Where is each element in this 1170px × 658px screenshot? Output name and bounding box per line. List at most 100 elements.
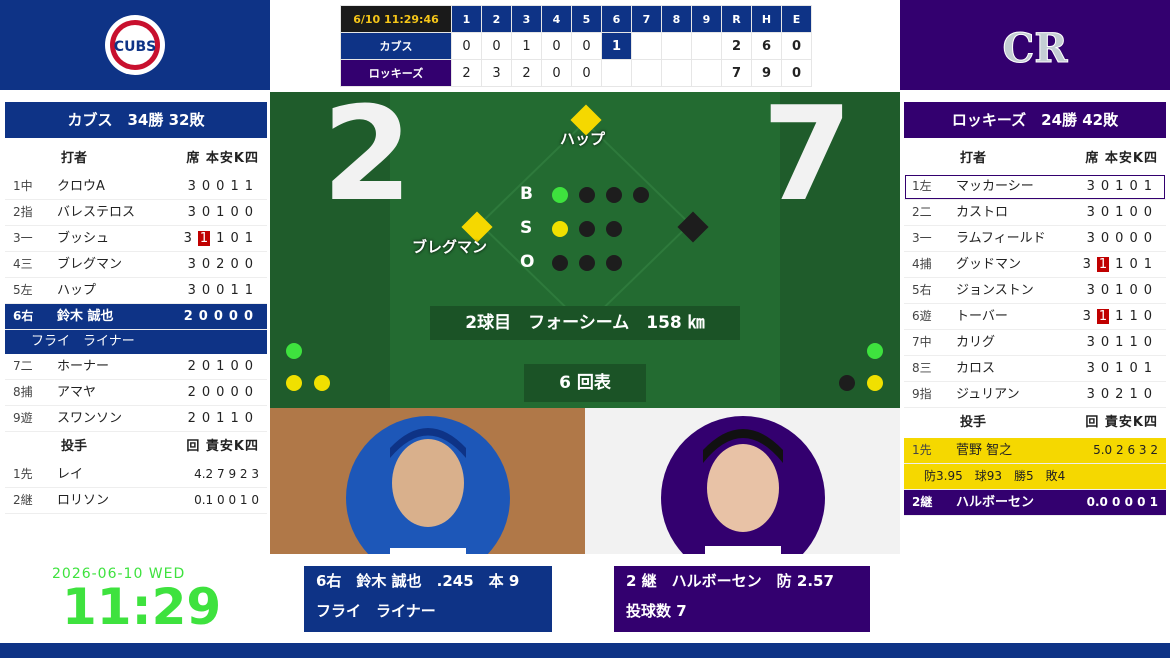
batter-stats: 3 1 110 [1083, 304, 1158, 329]
batting-order: 5左 [13, 283, 33, 297]
batter-row[interactable]: 8三 カロス 30101 [904, 356, 1166, 382]
inning-score: 0 [481, 32, 512, 60]
batter-stats: 30210 [1086, 387, 1158, 402]
stat-value: 3 [183, 231, 198, 246]
stat-value: 3 [1082, 257, 1097, 272]
batter-row[interactable]: 6遊 トーバー 3 1 110 [904, 304, 1166, 330]
errors-total: 0 [781, 32, 812, 60]
pitcher-card-line1: 2 継 ハルボーセン 防 2.57 [626, 572, 834, 590]
batter-row-next[interactable]: 1左 マッカーシー 30101 [904, 174, 1166, 200]
inning-score [631, 32, 662, 60]
batter-row[interactable]: 7中 カリグ 30110 [904, 330, 1166, 356]
pitcher-card-line2: 投球数 7 [626, 602, 687, 620]
pitcher-row[interactable]: 1先 菅野 智之 5.0 2 6 3 2 [904, 438, 1166, 464]
batter-name: スワンソン [57, 411, 123, 426]
out-label: O [520, 252, 535, 272]
batter-row[interactable]: 1中 クロウA 30011 [5, 174, 267, 200]
ball-light-off [579, 187, 595, 203]
pitcher-row[interactable]: 1先 レイ 4.2 7 9 2 3 [5, 462, 267, 488]
hit-highlight: 1 [1096, 257, 1110, 272]
inning-score: 0 [571, 32, 602, 60]
batter-card-line2: フライ ライナー [316, 602, 436, 620]
away-indicator-light [867, 375, 883, 391]
batter-row[interactable]: 5右 ジョンストン 30100 [904, 278, 1166, 304]
inning-header: 6 [601, 5, 632, 33]
strike-light-off [606, 221, 622, 237]
current-batter-card: 6右 鈴木 誠也 .245 本 9 フライ ライナー [304, 566, 552, 632]
current-pitcher-card: 2 継 ハルボーセン 防 2.57 投球数 7 [614, 566, 870, 632]
batter-stats: 3 1 101 [184, 226, 259, 251]
out-light-off [552, 255, 568, 271]
away-batters-header: 打者 席 本安K四 [904, 144, 1166, 174]
away-indicator-light [867, 343, 883, 359]
batter-row[interactable]: 2二 カストロ 30100 [904, 200, 1166, 226]
pitcher-order: 2継 [912, 495, 933, 509]
game-time: 6/10 11:29:46 [340, 5, 452, 33]
batter-row[interactable]: 7二 ホーナー 20100 [5, 354, 267, 380]
batting-order: 4三 [13, 257, 33, 271]
batter-row[interactable]: 2指 バレステロス 30100 [5, 200, 267, 226]
pitcher-order: 1先 [13, 467, 33, 481]
out-light-off [579, 255, 595, 271]
inning-score: 0 [451, 32, 482, 60]
home-logo-bar: CUBS [0, 0, 270, 90]
pitchers-label: 投手 [960, 415, 987, 430]
batter-card-line1: 6右 鈴木 誠也 .245 本 9 [316, 572, 520, 590]
batter-row[interactable]: 9指 ジュリアン 30210 [904, 382, 1166, 408]
batter-stats: 30011 [187, 179, 259, 194]
batter-name: アマヤ [57, 385, 97, 400]
batter-row[interactable]: 8捕 アマヤ 20000 [5, 380, 267, 406]
stat-value: 110 [1115, 309, 1158, 324]
batter-row-active[interactable]: 6右 鈴木 誠也 20000 [5, 304, 267, 330]
batter-row[interactable]: 5左 ハップ 30011 [5, 278, 267, 304]
batter-name: 鈴木 誠也 [57, 309, 114, 324]
batter-stats: 30101 [1086, 179, 1158, 194]
pitcher-row-active[interactable]: 2継 ハルボーセン 0.0 0 0 0 1 [904, 490, 1166, 516]
hit-highlight: 1 [1096, 309, 1110, 324]
batting-order: 4捕 [912, 257, 932, 271]
batting-order: 6遊 [912, 309, 932, 323]
batter-stats: 20000 [183, 309, 259, 324]
batters-columns: 席 本安K四 [186, 151, 259, 166]
batter-row[interactable]: 4三 ブレグマン 30200 [5, 252, 267, 278]
pitch-info: 2球目 フォーシーム 158 ㎞ [430, 306, 740, 340]
away-pitchers-header: 投手 回 責安K四 [904, 408, 1166, 438]
inning-score [691, 32, 722, 60]
home-logo-text: CUBS [114, 39, 156, 55]
batter-name: ジョンストン [956, 283, 1034, 298]
batter-row[interactable]: 9遊 スワンソン 20110 [5, 406, 267, 432]
inning-score: 2 [511, 59, 542, 87]
inning-score: 0 [541, 59, 572, 87]
batter-name: グッドマン [956, 257, 1022, 272]
stat-value: 101 [216, 231, 259, 246]
pitcher-stats: 0.0 0 0 0 1 [1086, 495, 1158, 509]
linescore: 6/10 11:29:46 1 2 3 4 5 6 7 8 9 R H E カブ… [340, 5, 812, 87]
inning-header: 9 [691, 5, 722, 33]
home-team-panel: カブス 34勝 32敗 打者 席 本安K四 1中 クロウA 30011 2指 バ… [5, 102, 267, 514]
batter-row[interactable]: 4捕 グッドマン 3 1 101 [904, 252, 1166, 278]
batter-row[interactable]: 3一 ラムフィールド 30000 [904, 226, 1166, 252]
batter-name: ハップ [57, 283, 97, 298]
batter-stats: 30110 [1086, 335, 1158, 350]
away-score: 7 [762, 78, 853, 230]
batter-row[interactable]: 3一 ブッシュ 3 1 101 [5, 226, 267, 252]
inning-score: 2 [451, 59, 482, 87]
pitcher-order: 1先 [912, 443, 932, 457]
strike-light-on [552, 221, 568, 237]
batter-stats: 30100 [1086, 205, 1158, 220]
batter-name: クロウA [57, 179, 105, 194]
home-indicator-light [286, 343, 302, 359]
batter-result-text: フライ ライナー [31, 334, 135, 349]
hits-header: H [751, 5, 782, 33]
batter-name: ジュリアン [956, 387, 1020, 402]
active-batter-result: フライ ライナー [5, 330, 267, 354]
batter-name: カロス [956, 361, 996, 376]
batter-stats: 20100 [187, 359, 259, 374]
runs-header: R [721, 5, 752, 33]
pitcher-row[interactable]: 2継 ロリソン 0.1 0 0 1 0 [5, 488, 267, 514]
pitcher-order: 2継 [13, 493, 33, 507]
inning-score: 0 [541, 32, 572, 60]
batter-name: ブッシュ [57, 231, 110, 246]
inning-header: 2 [481, 5, 512, 33]
batter-name: バレステロス [57, 205, 136, 220]
